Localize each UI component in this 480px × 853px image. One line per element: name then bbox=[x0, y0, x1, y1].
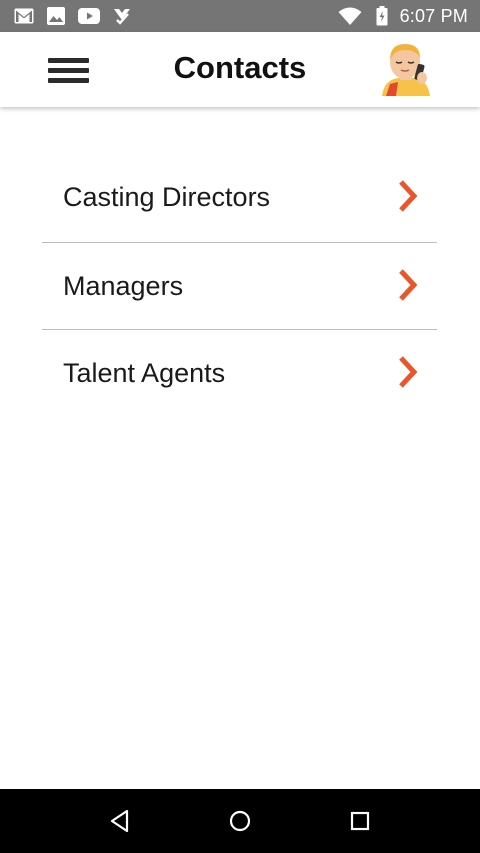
youtube-icon bbox=[78, 8, 100, 24]
back-button[interactable] bbox=[104, 805, 136, 837]
gmail-icon bbox=[14, 8, 34, 24]
contacts-list: Casting Directors Managers Talent Agents bbox=[42, 154, 437, 417]
list-item-label: Talent Agents bbox=[63, 358, 226, 388]
back-icon bbox=[110, 809, 129, 833]
photos-icon bbox=[47, 7, 65, 25]
chevron-right-icon bbox=[399, 268, 418, 301]
list-item-talent-agents[interactable]: Talent Agents bbox=[42, 329, 437, 417]
app-bar: Contacts bbox=[0, 32, 480, 107]
list-item-managers[interactable]: Managers bbox=[42, 241, 437, 330]
system-status: 6:07 PM bbox=[324, 6, 468, 27]
profile-avatar[interactable] bbox=[376, 42, 434, 96]
list-item-casting-directors[interactable]: Casting Directors bbox=[42, 154, 437, 242]
list-item-label: Managers bbox=[63, 270, 184, 301]
recents-button[interactable] bbox=[344, 805, 376, 837]
task-check-icon bbox=[113, 7, 131, 25]
chevron-right-icon bbox=[399, 356, 418, 388]
home-icon bbox=[229, 810, 251, 832]
recents-icon bbox=[350, 811, 370, 831]
wifi-icon bbox=[338, 7, 362, 25]
home-button[interactable] bbox=[224, 805, 256, 837]
list-item-label: Casting Directors bbox=[63, 182, 271, 212]
person-on-phone-avatar-icon bbox=[382, 44, 430, 96]
system-navigation-bar bbox=[0, 789, 480, 853]
battery-charging-icon bbox=[376, 6, 388, 26]
status-bar: 6:07 PM bbox=[0, 0, 480, 32]
contacts-screen: 6:07 PM Contacts Casting Directors Manag… bbox=[0, 0, 480, 853]
status-time: 6:07 PM bbox=[399, 5, 468, 26]
notification-icons bbox=[14, 7, 144, 25]
chevron-right-icon bbox=[399, 180, 418, 212]
